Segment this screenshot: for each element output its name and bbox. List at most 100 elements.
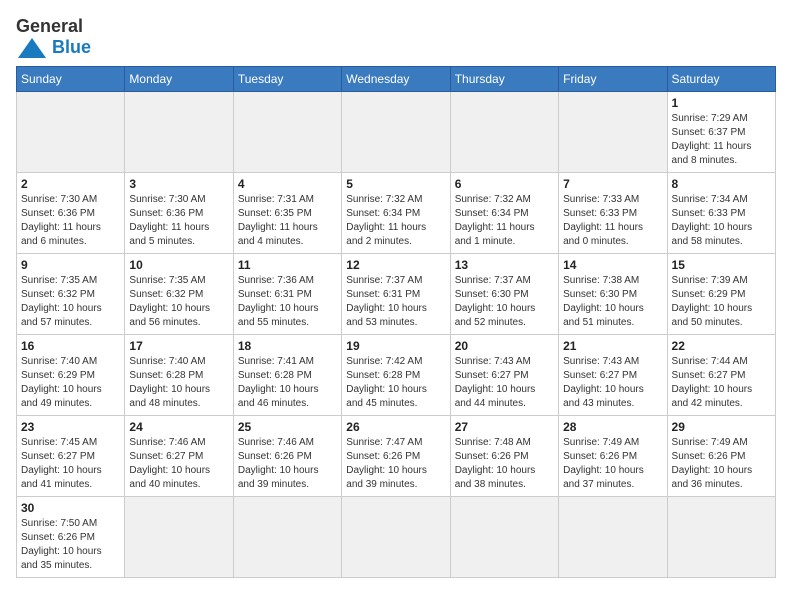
day-info: Sunrise: 7:32 AM Sunset: 6:34 PM Dayligh… [346,193,445,249]
day-info: Sunrise: 7:46 AM Sunset: 6:27 PM Dayligh… [129,436,228,492]
calendar-cell: 18Sunrise: 7:41 AM Sunset: 6:28 PM Dayli… [233,335,341,416]
day-number: 25 [238,420,337,434]
weekday-header-monday: Monday [125,67,233,92]
calendar-cell: 5 Sunrise: 7:32 AM Sunset: 6:34 PM Daylig… [342,173,450,254]
calendar-cell: 28 Sunrise: 7:49 AM Sunset: 6:26 PM Dayli… [559,416,667,497]
day-number: 29 [672,420,771,434]
day-info: Sunrise: 7:43 AM Sunset: 6:27 PM Dayligh… [455,355,554,411]
day-number: 13 [455,258,554,272]
calendar-cell [17,92,125,173]
calendar-week-1: 1Sunrise: 7:29 AM Sunset: 6:37 PM Daylig… [17,92,776,173]
day-number: 15 [672,258,771,272]
day-number: 22 [672,339,771,353]
day-number: 10 [129,258,228,272]
calendar-cell: 21Sunrise: 7:43 AM Sunset: 6:27 PM Dayli… [559,335,667,416]
day-number: 6 [455,177,554,191]
calendar-table: SundayMondayTuesdayWednesdayThursdayFrid… [16,66,776,578]
day-info: Sunrise: 7:48 AM Sunset: 6:26 PM Dayligh… [455,436,554,492]
calendar-cell [559,497,667,578]
calendar-cell: 29 Sunrise: 7:49 AM Sunset: 6:26 PM Dayli… [667,416,775,497]
day-info: Sunrise: 7:37 AM Sunset: 6:31 PM Dayligh… [346,274,445,330]
logo: General Blue [16,16,91,58]
calendar-cell: 26 Sunrise: 7:47 AM Sunset: 6:26 PM Dayli… [342,416,450,497]
day-number: 28 [563,420,662,434]
day-info: Sunrise: 7:35 AM Sunset: 6:32 PM Dayligh… [21,274,120,330]
weekday-header-sunday: Sunday [17,67,125,92]
day-info: Sunrise: 7:30 AM Sunset: 6:36 PM Dayligh… [129,193,228,249]
calendar-cell: 11 Sunrise: 7:36 AM Sunset: 6:31 PM Dayli… [233,254,341,335]
day-number: 3 [129,177,228,191]
day-info: Sunrise: 7:30 AM Sunset: 6:36 PM Dayligh… [21,193,120,249]
calendar-cell: 6Sunrise: 7:32 AM Sunset: 6:34 PM Daylig… [450,173,558,254]
day-number: 5 [346,177,445,191]
day-info: Sunrise: 7:40 AM Sunset: 6:28 PM Dayligh… [129,355,228,411]
day-number: 18 [238,339,337,353]
calendar-cell [342,497,450,578]
day-number: 9 [21,258,120,272]
day-info: Sunrise: 7:36 AM Sunset: 6:31 PM Dayligh… [238,274,337,330]
day-info: Sunrise: 7:49 AM Sunset: 6:26 PM Dayligh… [563,436,662,492]
day-number: 14 [563,258,662,272]
calendar-header: SundayMondayTuesdayWednesdayThursdayFrid… [17,67,776,92]
calendar-week-2: 2 Sunrise: 7:30 AM Sunset: 6:36 PM Daylig… [17,173,776,254]
logo-text-blue: Blue [52,37,91,58]
calendar-cell: 14Sunrise: 7:38 AM Sunset: 6:30 PM Dayli… [559,254,667,335]
day-info: Sunrise: 7:35 AM Sunset: 6:32 PM Dayligh… [129,274,228,330]
weekday-header-thursday: Thursday [450,67,558,92]
day-number: 23 [21,420,120,434]
page-header: General Blue [16,16,776,58]
calendar-cell [233,92,341,173]
calendar-cell: 7 Sunrise: 7:33 AM Sunset: 6:33 PM Daylig… [559,173,667,254]
calendar-cell: 13 Sunrise: 7:37 AM Sunset: 6:30 PM Dayli… [450,254,558,335]
day-info: Sunrise: 7:33 AM Sunset: 6:33 PM Dayligh… [563,193,662,249]
day-number: 2 [21,177,120,191]
calendar-cell [667,497,775,578]
day-number: 7 [563,177,662,191]
calendar-cell: 3 Sunrise: 7:30 AM Sunset: 6:36 PM Daylig… [125,173,233,254]
day-info: Sunrise: 7:45 AM Sunset: 6:27 PM Dayligh… [21,436,120,492]
calendar-cell: 30Sunrise: 7:50 AM Sunset: 6:26 PM Dayli… [17,497,125,578]
calendar-cell: 24 Sunrise: 7:46 AM Sunset: 6:27 PM Dayli… [125,416,233,497]
logo-triangle-icon [18,38,46,58]
day-number: 26 [346,420,445,434]
calendar-cell: 9 Sunrise: 7:35 AM Sunset: 6:32 PM Daylig… [17,254,125,335]
day-number: 27 [455,420,554,434]
calendar-cell: 27 Sunrise: 7:48 AM Sunset: 6:26 PM Dayli… [450,416,558,497]
weekday-header-saturday: Saturday [667,67,775,92]
day-number: 8 [672,177,771,191]
day-number: 24 [129,420,228,434]
day-info: Sunrise: 7:50 AM Sunset: 6:26 PM Dayligh… [21,517,120,573]
calendar-week-4: 16 Sunrise: 7:40 AM Sunset: 6:29 PM Dayli… [17,335,776,416]
day-info: Sunrise: 7:39 AM Sunset: 6:29 PM Dayligh… [672,274,771,330]
calendar-week-3: 9 Sunrise: 7:35 AM Sunset: 6:32 PM Daylig… [17,254,776,335]
calendar-cell [559,92,667,173]
calendar-cell [450,92,558,173]
calendar-cell: 20Sunrise: 7:43 AM Sunset: 6:27 PM Dayli… [450,335,558,416]
logo-text-general: General [16,16,83,37]
day-info: Sunrise: 7:31 AM Sunset: 6:35 PM Dayligh… [238,193,337,249]
calendar-cell: 4Sunrise: 7:31 AM Sunset: 6:35 PM Daylig… [233,173,341,254]
calendar-cell: 16 Sunrise: 7:40 AM Sunset: 6:29 PM Dayli… [17,335,125,416]
day-number: 11 [238,258,337,272]
calendar-cell: 19 Sunrise: 7:42 AM Sunset: 6:28 PM Dayli… [342,335,450,416]
calendar-cell: 10 Sunrise: 7:35 AM Sunset: 6:32 PM Dayli… [125,254,233,335]
calendar-cell: 22Sunrise: 7:44 AM Sunset: 6:27 PM Dayli… [667,335,775,416]
day-number: 19 [346,339,445,353]
day-info: Sunrise: 7:49 AM Sunset: 6:26 PM Dayligh… [672,436,771,492]
day-info: Sunrise: 7:46 AM Sunset: 6:26 PM Dayligh… [238,436,337,492]
day-info: Sunrise: 7:37 AM Sunset: 6:30 PM Dayligh… [455,274,554,330]
day-info: Sunrise: 7:47 AM Sunset: 6:26 PM Dayligh… [346,436,445,492]
day-info: Sunrise: 7:40 AM Sunset: 6:29 PM Dayligh… [21,355,120,411]
day-number: 17 [129,339,228,353]
day-info: Sunrise: 7:34 AM Sunset: 6:33 PM Dayligh… [672,193,771,249]
calendar-cell: 15 Sunrise: 7:39 AM Sunset: 6:29 PM Dayli… [667,254,775,335]
day-info: Sunrise: 7:29 AM Sunset: 6:37 PM Dayligh… [672,112,771,168]
weekday-header-tuesday: Tuesday [233,67,341,92]
calendar-cell: 8 Sunrise: 7:34 AM Sunset: 6:33 PM Daylig… [667,173,775,254]
calendar-week-5: 23 Sunrise: 7:45 AM Sunset: 6:27 PM Dayli… [17,416,776,497]
day-info: Sunrise: 7:42 AM Sunset: 6:28 PM Dayligh… [346,355,445,411]
weekday-header-wednesday: Wednesday [342,67,450,92]
day-number: 16 [21,339,120,353]
day-number: 21 [563,339,662,353]
calendar-cell: 17 Sunrise: 7:40 AM Sunset: 6:28 PM Dayli… [125,335,233,416]
